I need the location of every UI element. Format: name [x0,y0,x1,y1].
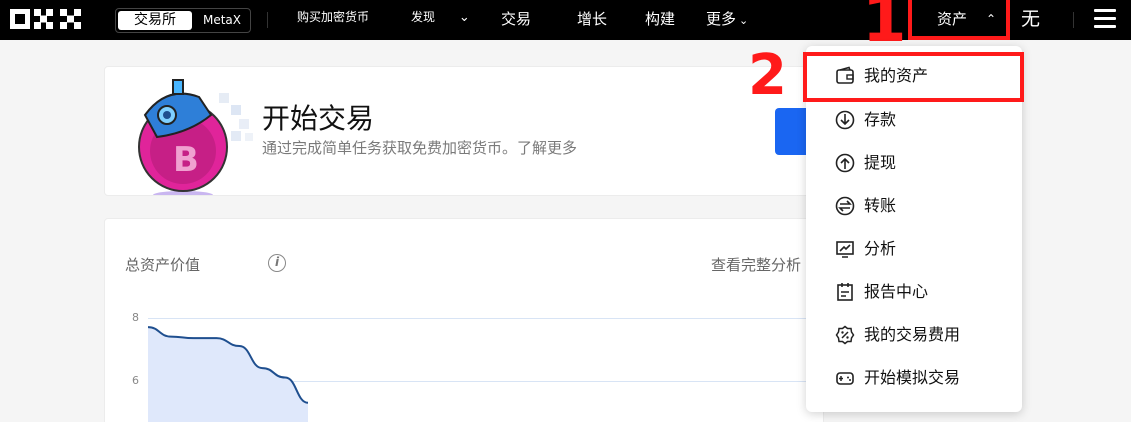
menu-item-report-center[interactable]: 报告中心 [806,272,1022,312]
annotation-highlight-assets [908,0,1010,40]
menu-item-withdraw[interactable]: 提现 [806,143,1022,183]
y-tick-label: 8 [132,311,139,324]
promo-title: 开始交易 [262,102,375,135]
tab-exchange[interactable]: 交易所 [118,11,192,30]
menu-item-label: 报告中心 [864,282,929,301]
report-icon [837,283,853,301]
nav-buy-crypto[interactable]: 购买加密货币 [297,0,369,40]
chevron-down-icon: ⌄ [739,14,749,27]
annotation-step-2: 2 [748,43,787,108]
menu-item-my-trading-fees[interactable]: 我的交易费用 [806,315,1022,355]
nav-divider [1073,12,1074,28]
menu-item-demo-trading[interactable]: 开始模拟交易 [806,358,1022,398]
menu-item-deposit[interactable]: 存款 [806,100,1022,140]
deposit-icon [835,110,855,130]
nav-discover[interactable]: 发现 ⌄ [411,0,470,40]
menu-item-analysis[interactable]: 分析 [806,229,1022,269]
analysis-icon [836,241,854,258]
tab-metax[interactable]: MetaX [196,11,248,30]
menu-item-label: 分析 [864,239,897,258]
demo-trading-icon [836,372,854,385]
menu-item-label: 我的交易费用 [864,325,961,344]
menu-item-label: 存款 [864,110,897,129]
nav-grow[interactable]: 增长 [577,0,607,40]
nav-trade[interactable]: 交易 [501,0,531,40]
nav-more-label: 更多 [706,10,737,28]
transfer-icon [835,196,855,216]
annotation-step-1: 1 [862,0,907,57]
chevron-down-icon: ⌄ [458,10,470,25]
hamburger-menu-icon[interactable] [1094,9,1116,29]
menu-item-label: 提现 [864,153,897,172]
platform-switch: 交易所 MetaX [115,8,251,33]
okx-logo[interactable] [10,8,90,30]
fee-icon [835,325,855,345]
nav-divider [267,12,268,28]
nav-extra[interactable]: 无 [1021,0,1040,40]
nav-more[interactable]: 更多 ⌄ [706,0,748,40]
total-assets-label: 总资产价值 [125,256,201,274]
bitcoin-robot-illustration: B [138,79,253,195]
view-full-analysis-link[interactable]: 查看完整分析 [711,254,801,275]
menu-item-label: 转账 [864,196,897,215]
nav-discover-label: 发现 [411,10,436,24]
y-tick-label: 6 [132,374,139,387]
promo-subtitle[interactable]: 通过完成简单任务获取免费加密货币。了解更多 [262,137,577,158]
total-assets-chart [148,326,309,422]
withdraw-icon [835,153,855,173]
menu-item-transfer[interactable]: 转账 [806,186,1022,226]
svg-text:B: B [173,140,199,180]
annotation-highlight-my-assets [803,52,1024,102]
nav-build[interactable]: 构建 [645,0,675,40]
start-trading-card: B 开始交易 通过完成简单任务获取免费加密货币。了解更多 [104,66,824,196]
menu-item-label: 开始模拟交易 [864,368,961,387]
info-icon[interactable]: i [268,254,286,272]
